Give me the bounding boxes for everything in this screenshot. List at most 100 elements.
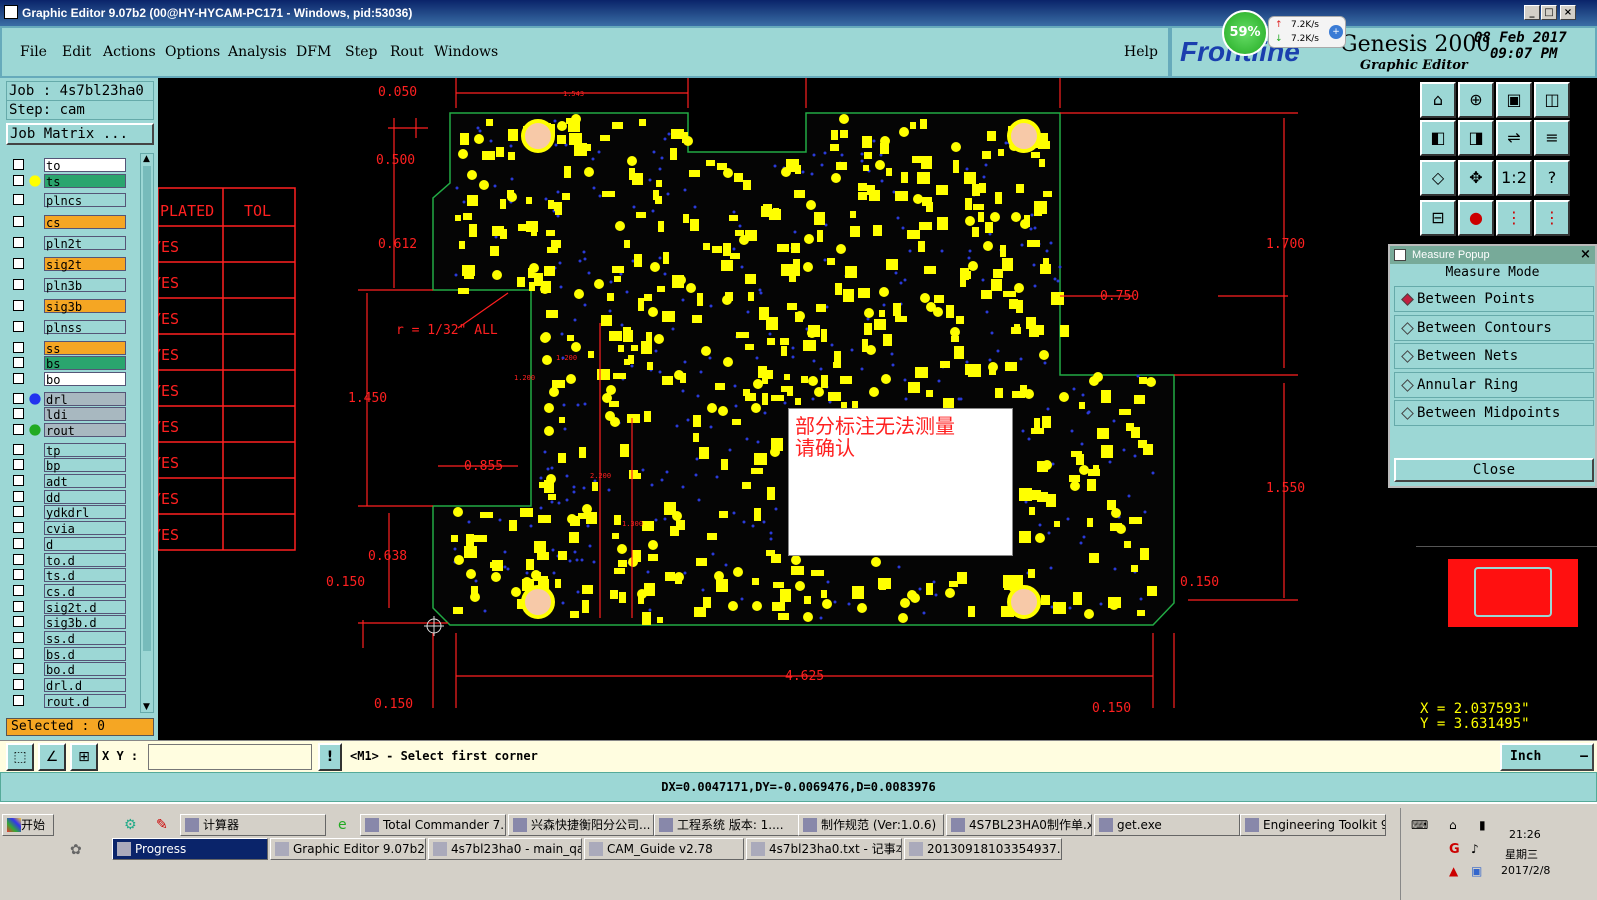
taskbar-item[interactable]: Graphic Editor 9.07b2 ... (270, 838, 426, 860)
layer-checkbox[interactable] (13, 663, 24, 675)
layer-checkbox[interactable] (13, 584, 24, 596)
help-query-icon[interactable]: ? (1534, 160, 1570, 196)
layer-name[interactable]: sig3b (44, 299, 126, 314)
probe-icon[interactable]: ● (1458, 200, 1494, 236)
close-window-button[interactable]: × (1560, 5, 1576, 20)
layer-name[interactable]: pln2t (44, 236, 126, 251)
layer-checkbox[interactable] (13, 159, 24, 170)
fit-icon[interactable]: ◇ (1420, 160, 1456, 196)
pcb-drawing[interactable]: PLATED TOL YES YES YES YES YES YES YES YES YES (158, 78, 1416, 740)
layer-name[interactable]: adt (44, 474, 126, 489)
layer-row-dd[interactable]: dd (10, 489, 126, 505)
measure-option-between-contours[interactable]: Between Contours (1394, 314, 1594, 341)
layer-checkbox[interactable] (13, 300, 24, 312)
layer-name[interactable]: cs.d (44, 583, 126, 599)
layer-row-ss-d[interactable]: ss.d (10, 631, 126, 646)
menu-edit[interactable]: Edit (62, 44, 91, 60)
measure-option-between-points[interactable]: Between Points (1394, 286, 1594, 312)
layer-checkbox[interactable] (13, 694, 24, 706)
layer-name[interactable]: bo.d (44, 662, 126, 677)
mirror-icon[interactable]: ⇌ (1496, 120, 1532, 156)
menu-windows[interactable]: Windows (434, 44, 498, 60)
zoom-window-icon[interactable]: ◫ (1534, 82, 1570, 118)
layer-name[interactable]: dd (44, 489, 126, 505)
taskbar-item[interactable]: 4s7bl23ha0.txt - 记事本 (746, 838, 902, 860)
scroll-up-icon[interactable]: ▲ (143, 154, 150, 164)
layer-row-pln3b[interactable]: pln3b (10, 278, 126, 293)
graphic-canvas[interactable]: PLATED TOL YES YES YES YES YES YES YES YES YES (158, 78, 1416, 740)
measure-close-button[interactable]: Close (1394, 458, 1594, 482)
layer-name[interactable]: sig3b.d (44, 615, 126, 630)
tray-clock-time[interactable]: 21:26 (1509, 828, 1541, 841)
layer-row-bp[interactable]: bp (10, 458, 126, 473)
taskbar-item[interactable]: CAM_Guide v2.78 (584, 838, 744, 860)
ie-icon[interactable]: e (338, 817, 347, 833)
zoom-home-icon[interactable]: ⌂ (1420, 82, 1456, 118)
layer-checkbox[interactable] (13, 372, 24, 384)
layer-row-bo-d[interactable]: bo.d (10, 662, 126, 677)
layer-row-cs-d[interactable]: cs.d (10, 583, 126, 599)
layer-row-cs[interactable]: cs (10, 215, 126, 230)
layer-name[interactable]: bs (44, 356, 126, 371)
layer-name[interactable]: ydkdrl (44, 505, 126, 520)
taskbar-item[interactable]: Progress (112, 838, 268, 860)
layer-checkbox[interactable] (13, 569, 24, 581)
pdf-icon[interactable]: ✎ (156, 817, 168, 833)
measure-option-between-midpoints[interactable]: Between Midpoints (1394, 400, 1594, 426)
layer-name[interactable]: tp (44, 442, 126, 458)
layer-checkbox[interactable] (13, 679, 24, 691)
job-matrix-button[interactable]: Job Matrix ... (6, 123, 154, 145)
taskbar-item[interactable]: Engineering Toolkit 9.... (1240, 814, 1386, 836)
menu-help[interactable]: Help (1124, 44, 1158, 60)
pan-right-icon[interactable]: ◨ (1458, 120, 1494, 156)
layer-checkbox[interactable] (13, 475, 24, 486)
layer-row-sig2t[interactable]: sig2t (10, 257, 126, 272)
pan-left-icon[interactable]: ◧ (1420, 120, 1456, 156)
layer-row-sig3b[interactable]: sig3b (10, 299, 126, 314)
layer-checkbox[interactable] (13, 600, 24, 612)
layer-row-plncs[interactable]: plncs (10, 193, 126, 208)
net-compare-icon[interactable]: ⋮ (1534, 200, 1570, 236)
menu-step[interactable]: Step (345, 44, 377, 60)
popup-close-icon[interactable]: × (1580, 247, 1591, 262)
layer-name[interactable]: cvia (44, 521, 126, 536)
layer-row-ydkdrl[interactable]: ydkdrl (10, 505, 126, 520)
layer-row-to-d[interactable]: to.d (10, 552, 126, 568)
menu-actions[interactable]: Actions (103, 44, 156, 60)
taskbar-item[interactable]: Total Commander 7.0 ... (360, 814, 506, 836)
layer-checkbox[interactable] (13, 423, 24, 435)
layer-checkbox[interactable] (13, 490, 24, 502)
minimize-button[interactable]: _ (1524, 5, 1540, 20)
layer-checkbox[interactable] (13, 237, 24, 249)
radio-icon[interactable] (1401, 350, 1414, 363)
tray-net-icon[interactable]: ▣ (1471, 864, 1482, 878)
menu-file[interactable]: File (20, 44, 47, 60)
center-icon[interactable]: ✥ (1458, 160, 1494, 196)
layer-name[interactable]: drl.d (44, 678, 126, 693)
snap-icon[interactable]: ≡ (1534, 120, 1570, 156)
layer-name[interactable]: drl (44, 391, 126, 407)
layer-name[interactable]: to.d (44, 552, 126, 568)
taskbar-item[interactable]: 计算器 (180, 814, 326, 836)
scroll-down-icon[interactable]: ▼ (143, 702, 150, 712)
layer-row-drl-d[interactable]: drl.d (10, 678, 126, 693)
layer-name[interactable]: sig2t (44, 257, 126, 272)
warning-icon[interactable]: ! (318, 743, 342, 771)
tray-app-icon[interactable]: G (1449, 842, 1460, 857)
show-desktop-icon[interactable]: ✿ (70, 842, 82, 858)
quicklaunch-icon[interactable]: ⚙ (124, 817, 137, 833)
layer-name[interactable]: d (44, 536, 126, 552)
layer-name[interactable]: ts (44, 173, 126, 189)
layer-checkbox[interactable] (13, 216, 24, 228)
xy-input[interactable] (148, 744, 312, 770)
tray-volume-icon[interactable]: ♪ (1471, 842, 1479, 856)
layer-name[interactable]: plncs (44, 193, 126, 208)
zoom-in-icon[interactable]: ⊕ (1458, 82, 1494, 118)
taskbar-item[interactable]: 4S7BL23HA0制作单.x... (946, 814, 1092, 836)
menu-options[interactable]: Options (165, 44, 220, 60)
grid-icon[interactable]: ⊞ (70, 743, 98, 771)
scale-1-2-icon[interactable]: 1:2 (1496, 160, 1532, 196)
layer-checkbox[interactable] (13, 506, 24, 518)
layer-name[interactable]: rout (44, 422, 126, 438)
tray-device-icon[interactable]: ⌂ (1449, 818, 1457, 832)
